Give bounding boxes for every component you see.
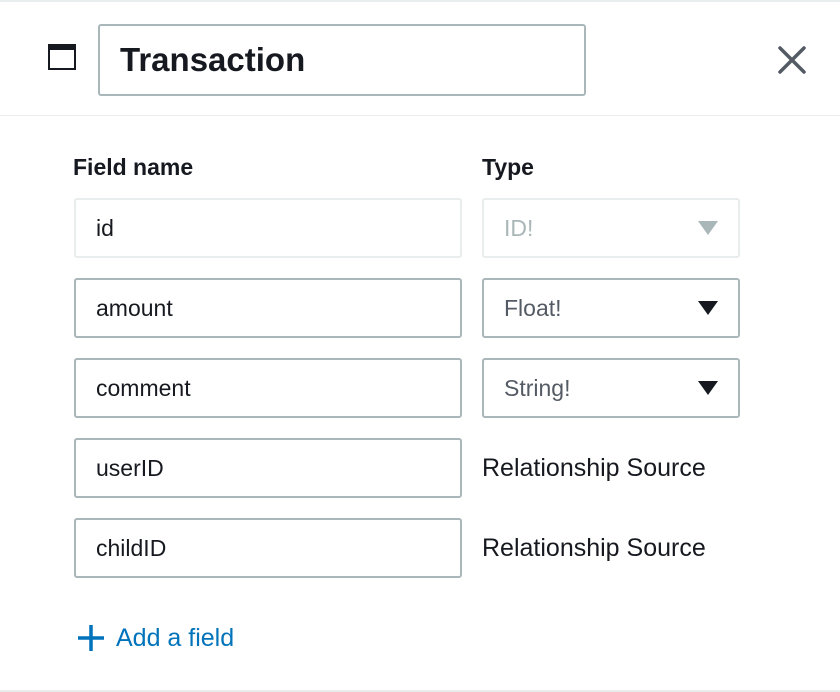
- type-select-amount[interactable]: Float!: [482, 278, 740, 338]
- field-name-input-userid[interactable]: [74, 438, 462, 498]
- type-column-label: Type: [482, 154, 534, 180]
- caret-down-icon: [698, 221, 718, 235]
- caret-down-icon: [698, 301, 718, 315]
- model-header: [0, 2, 840, 116]
- field-name-column-label: Field name: [73, 154, 194, 180]
- plus-icon: [78, 625, 104, 651]
- model-editor-card: Field name Type ID! Float! String! Relat…: [0, 0, 840, 692]
- type-select-value: Float!: [504, 294, 562, 321]
- relationship-source-label: Relationship Source: [482, 453, 706, 482]
- caret-down-icon: [698, 381, 718, 395]
- add-field-label: Add a field: [116, 623, 235, 652]
- model-name-input[interactable]: [98, 24, 586, 96]
- type-select-comment[interactable]: String!: [482, 358, 740, 418]
- type-select-value: ID!: [504, 214, 534, 241]
- type-select-value: String!: [504, 374, 571, 401]
- field-name-input-id: [74, 198, 462, 258]
- field-name-input-comment[interactable]: [74, 358, 462, 418]
- type-select-id: ID!: [482, 198, 740, 258]
- model-window-icon: [48, 44, 76, 70]
- field-name-input-childid[interactable]: [74, 518, 462, 578]
- field-name-input-amount[interactable]: [74, 278, 462, 338]
- add-field-button[interactable]: Add a field: [76, 620, 234, 656]
- close-icon[interactable]: [774, 42, 810, 78]
- relationship-source-label: Relationship Source: [482, 533, 706, 562]
